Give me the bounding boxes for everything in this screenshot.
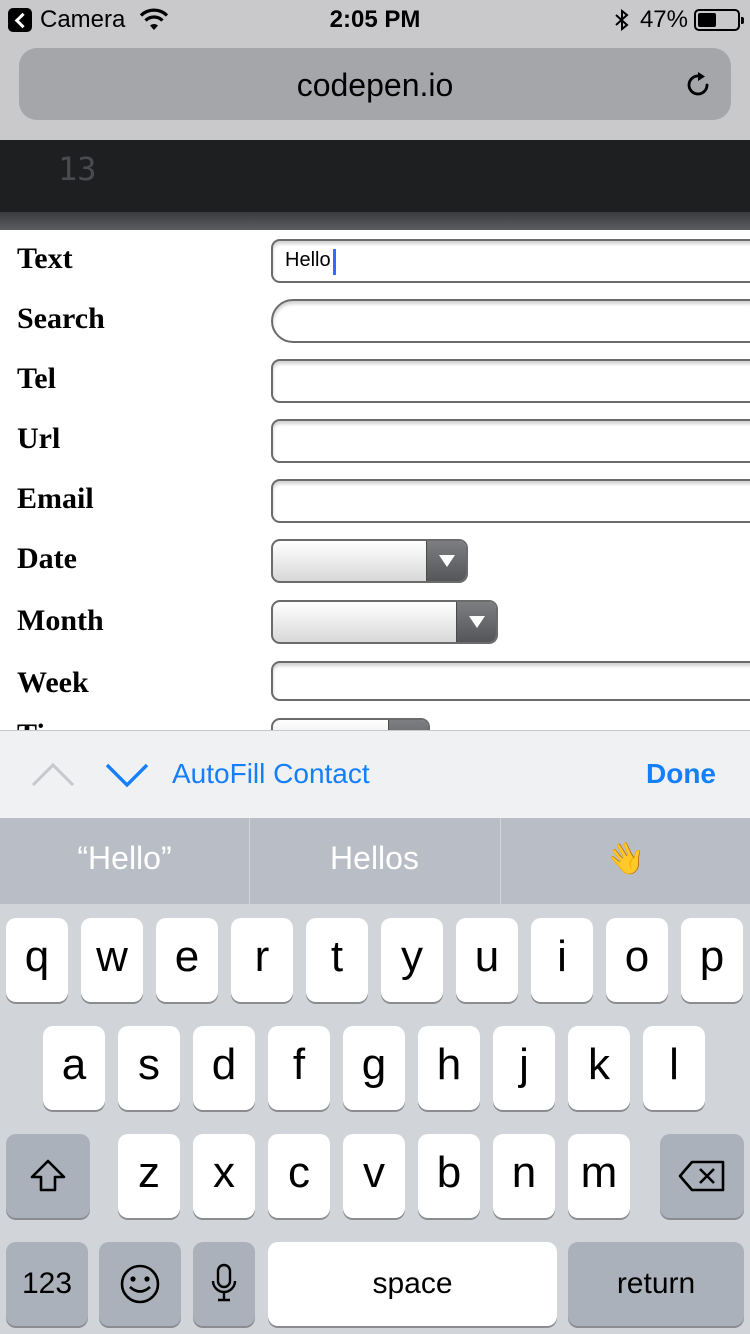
status-bar: Camera 2:05 PM 47% [0, 0, 750, 40]
key-i[interactable]: i [531, 918, 593, 1002]
key-b[interactable]: b [418, 1134, 480, 1218]
key-n[interactable]: n [493, 1134, 555, 1218]
key-y[interactable]: y [381, 918, 443, 1002]
previous-field-icon[interactable] [30, 755, 76, 795]
bluetooth-icon [615, 8, 629, 32]
backspace-key[interactable] [660, 1134, 744, 1218]
line-number: 13 [58, 150, 97, 188]
key-m[interactable]: m [568, 1134, 630, 1218]
key-s[interactable]: s [118, 1026, 180, 1110]
dropdown-arrow-icon [426, 541, 466, 581]
key-g[interactable]: g [343, 1026, 405, 1110]
field-label: Month [17, 604, 104, 637]
form-row-time: Ti [0, 712, 750, 730]
done-button[interactable]: Done [646, 758, 716, 790]
date-select[interactable] [271, 539, 468, 583]
battery-icon [694, 9, 744, 31]
field-label: Search [17, 302, 105, 335]
field-label: Text [17, 242, 73, 275]
field-label: Email [17, 482, 94, 515]
time-select[interactable] [271, 718, 430, 730]
key-c[interactable]: c [268, 1134, 330, 1218]
key-h[interactable]: h [418, 1026, 480, 1110]
key-e[interactable]: e [156, 918, 218, 1002]
key-l[interactable]: l [643, 1026, 705, 1110]
key-f[interactable]: f [268, 1026, 330, 1110]
email-input[interactable] [271, 479, 750, 523]
field-label: Week [17, 666, 89, 699]
key-j[interactable]: j [493, 1026, 555, 1110]
form-row-text: Text Hello [0, 230, 750, 290]
form-row-week: Week [0, 652, 750, 712]
key-a[interactable]: a [43, 1026, 105, 1110]
text-input-value: Hello [285, 249, 331, 271]
key-k[interactable]: k [568, 1026, 630, 1110]
shift-key[interactable] [6, 1134, 90, 1218]
key-z[interactable]: z [118, 1134, 180, 1218]
key-x[interactable]: x [193, 1134, 255, 1218]
key-d[interactable]: d [193, 1026, 255, 1110]
dropdown-arrow-icon [388, 720, 428, 730]
dictation-key[interactable] [193, 1242, 255, 1326]
status-right: 47% [614, 6, 744, 34]
key-r[interactable]: r [231, 918, 293, 1002]
shift-icon [30, 1159, 66, 1192]
keyboard: q w e r t y u i o p a s d f g h j k l z … [0, 904, 750, 1334]
emoji-icon [120, 1264, 160, 1304]
key-w[interactable]: w [81, 918, 143, 1002]
form-row-month: Month [0, 590, 750, 650]
reload-icon[interactable] [683, 70, 713, 100]
battery-percent: 47% [639, 6, 688, 33]
text-input[interactable]: Hello [271, 239, 750, 283]
text-caret [333, 249, 336, 275]
next-field-icon[interactable] [104, 755, 150, 795]
emoji-key[interactable] [99, 1242, 181, 1326]
input-form: Text Hello Search Tel Url Email Date Mon… [0, 230, 750, 730]
numbers-key[interactable]: 123 [6, 1242, 88, 1326]
editor-divider[interactable] [0, 212, 750, 230]
dropdown-arrow-icon [456, 602, 496, 642]
suggestion-emoji[interactable]: 👋 [501, 818, 750, 904]
url-input[interactable] [271, 419, 750, 463]
form-row-url: Url [0, 410, 750, 470]
key-v[interactable]: v [343, 1134, 405, 1218]
return-key[interactable]: return [568, 1242, 744, 1326]
address-bar[interactable]: codepen.io [19, 48, 731, 120]
microphone-icon [211, 1263, 237, 1302]
key-t[interactable]: t [306, 918, 368, 1002]
code-editor-strip: 13 [0, 140, 750, 212]
form-row-date: Date [0, 530, 750, 590]
field-label: Url [17, 422, 61, 455]
key-u[interactable]: u [456, 918, 518, 1002]
key-q[interactable]: q [6, 918, 68, 1002]
form-row-tel: Tel [0, 350, 750, 410]
predictive-bar: “Hello” Hellos 👋 [0, 818, 750, 904]
field-label: Date [17, 542, 77, 575]
url-text: codepen.io [296, 67, 454, 103]
tel-input[interactable] [271, 359, 750, 403]
keyboard-accessory-bar: AutoFill Contact Done [0, 730, 750, 818]
field-label: Tel [17, 362, 56, 395]
key-o[interactable]: o [606, 918, 668, 1002]
suggestion-quoted[interactable]: “Hello” [0, 818, 249, 904]
field-label: Ti [17, 718, 45, 730]
form-row-search: Search [0, 290, 750, 350]
backspace-icon [678, 1160, 725, 1192]
browser-toolbar: codepen.io [0, 40, 750, 140]
week-input[interactable] [271, 661, 750, 701]
month-select[interactable] [271, 600, 498, 644]
space-key[interactable]: space [268, 1242, 557, 1326]
key-p[interactable]: p [681, 918, 743, 1002]
autofill-contact-button[interactable]: AutoFill Contact [172, 758, 370, 790]
search-input[interactable] [271, 299, 750, 343]
suggestion-hellos[interactable]: Hellos [250, 818, 499, 904]
form-row-email: Email [0, 470, 750, 530]
battery-fill [698, 13, 716, 27]
